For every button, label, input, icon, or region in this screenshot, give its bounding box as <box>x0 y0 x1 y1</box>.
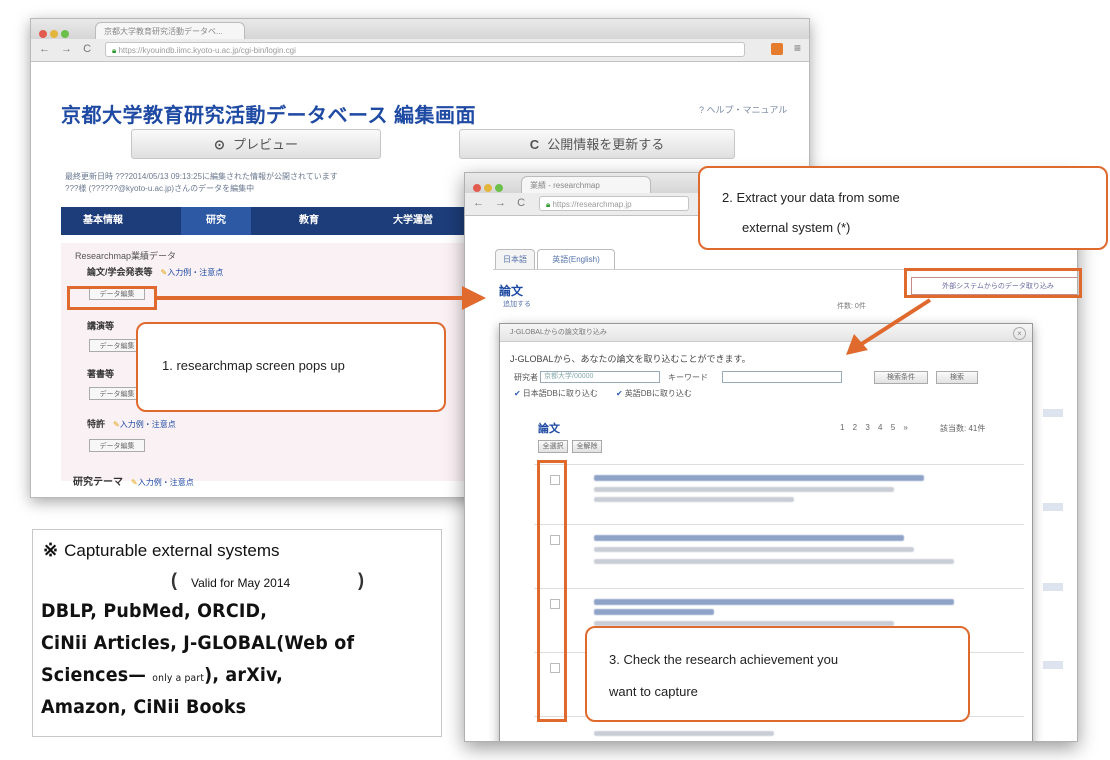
callout-text: 1. researchmap screen pops up <box>162 358 345 373</box>
systems-line-2: CiNii Articles, J-GLOBAL(Web of <box>41 632 355 654</box>
paren-close: ) <box>358 570 364 590</box>
arrow-to-dialog <box>858 298 932 347</box>
only-a-part-note: only a part <box>152 673 205 684</box>
arrowhead-icon <box>846 334 868 355</box>
callout-text-line2: want to capture <box>609 684 698 699</box>
reference-mark: ※ <box>43 540 59 560</box>
paren-open: ( <box>171 570 177 590</box>
callout-step-3: 3. Check the research achievement you wa… <box>585 626 970 722</box>
validity-note: Valid for May 2014 <box>191 576 291 590</box>
systems-line-3b: ), arXiv, <box>204 664 284 686</box>
systems-line-1: DBLP, PubMed, ORCID, <box>41 600 268 622</box>
systems-line-3a: Sciences— <box>41 664 147 686</box>
note-title-text: Capturable external systems <box>64 541 280 560</box>
callout-text-line1: 3. Check the research achievement you <box>609 652 839 667</box>
callout-step-1: 1. researchmap screen pops up <box>136 322 446 412</box>
callout-text-line1: 2. Extract your data from some <box>722 190 900 205</box>
callout-text-line2: external system (*) <box>742 220 851 235</box>
arrowhead-icon <box>462 286 486 310</box>
systems-line-3: Sciences— only a part), arXiv, <box>41 664 283 686</box>
external-systems-note: ※ Capturable external systems ( Valid for… <box>32 529 442 737</box>
callout-step-2: 2. Extract your data from some external … <box>698 166 1108 250</box>
systems-line-4: Amazon, CiNii Books <box>41 696 247 718</box>
note-title: ※ Capturable external systems <box>43 540 280 561</box>
